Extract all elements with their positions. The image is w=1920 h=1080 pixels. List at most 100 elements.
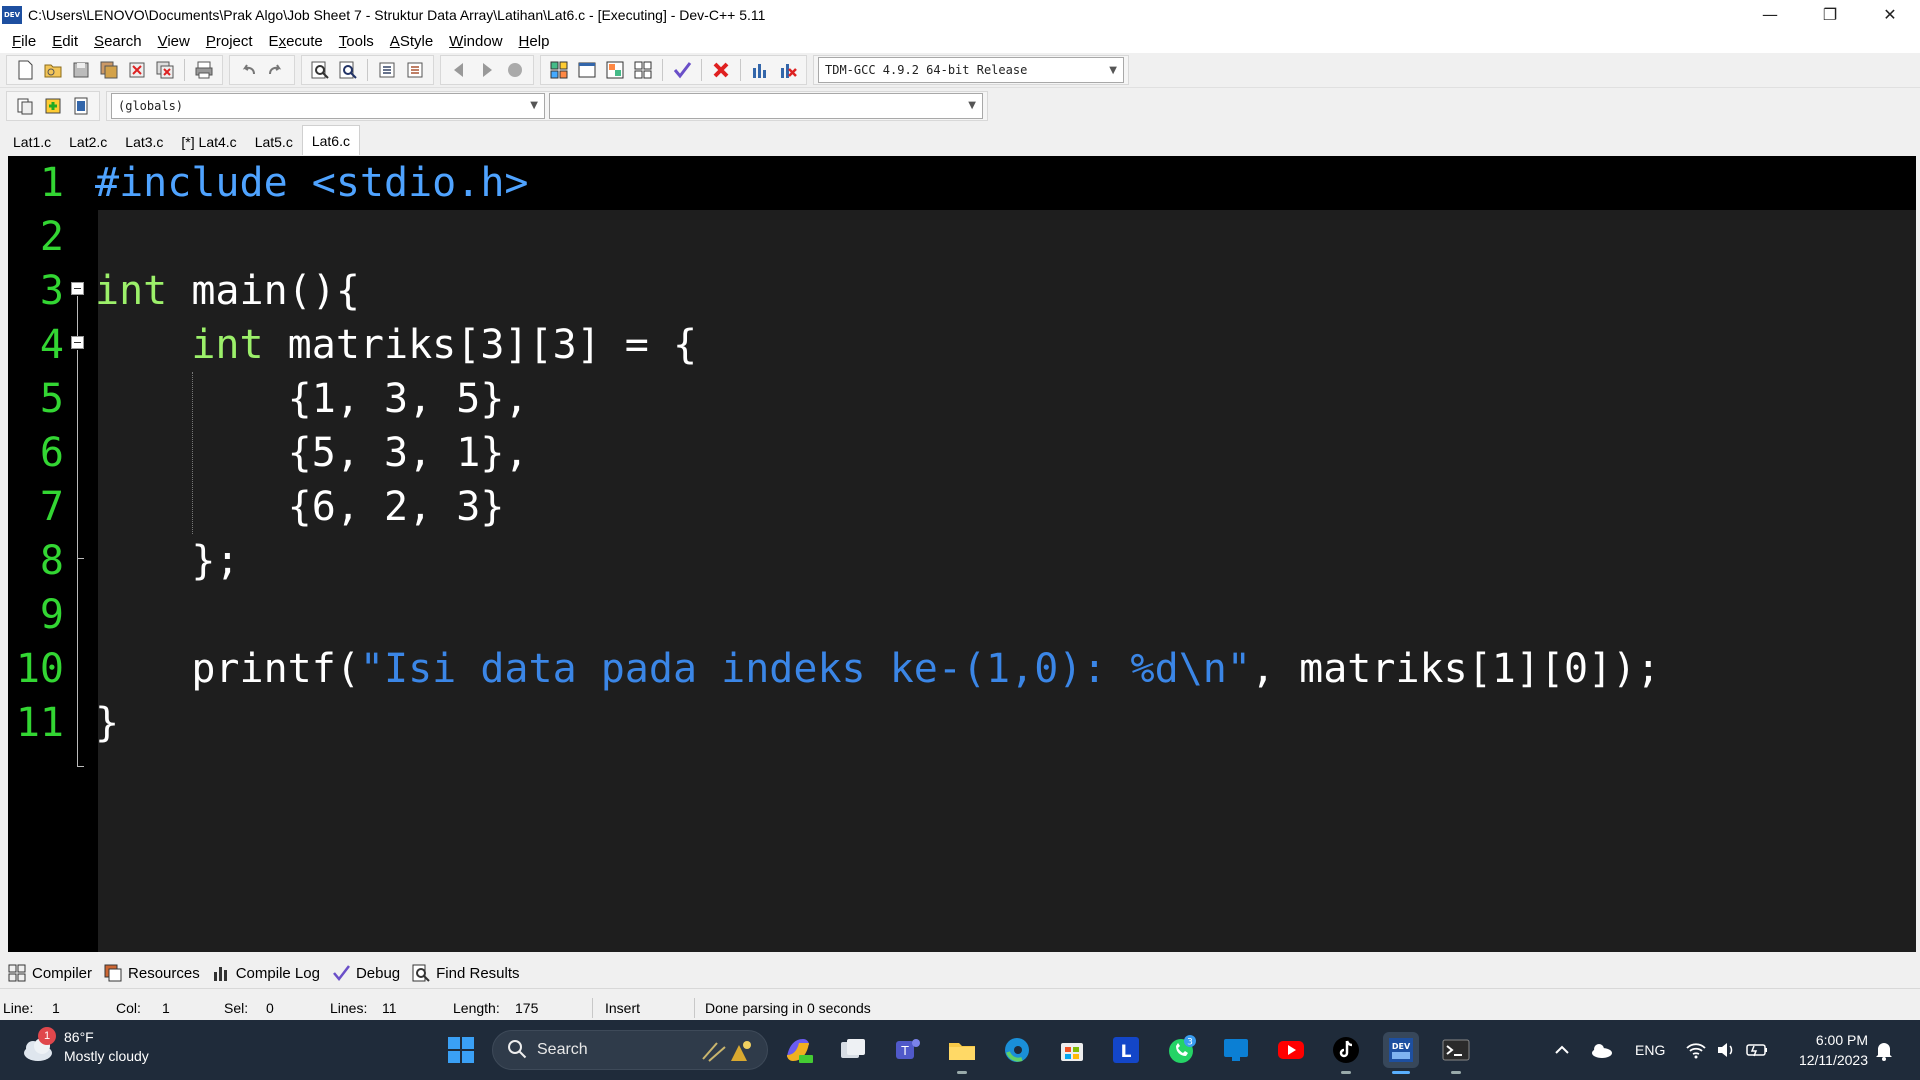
file-tab[interactable]: Lat5.c: [246, 129, 302, 155]
menu-execute[interactable]: Execute: [261, 33, 331, 50]
compile-icon[interactable]: [547, 58, 571, 82]
fold-end-marker: [77, 558, 84, 559]
menu-view[interactable]: View: [150, 33, 198, 50]
menu-edit[interactable]: Edit: [44, 33, 86, 50]
unindent-icon[interactable]: [403, 58, 427, 82]
fold-end-marker: [77, 766, 84, 767]
save-icon[interactable]: [69, 58, 93, 82]
taskbar-clock[interactable]: 6:00 PM 12/11/2023: [1799, 1030, 1868, 1070]
show-hidden-icons-icon[interactable]: [1552, 1020, 1572, 1080]
edge-icon[interactable]: [999, 1032, 1035, 1068]
redo-icon[interactable]: [264, 58, 288, 82]
microsoft-store-icon[interactable]: [1054, 1032, 1090, 1068]
menu-window[interactable]: Window: [441, 33, 510, 50]
compile-run-icon[interactable]: [603, 58, 627, 82]
code-line[interactable]: {5, 3, 1},: [95, 426, 529, 480]
file-explorer-icon[interactable]: [944, 1032, 980, 1074]
menu-file[interactable]: File: [4, 33, 44, 50]
menu-project[interactable]: Project: [198, 33, 261, 50]
bottom-tab-debug[interactable]: Debug: [332, 964, 400, 982]
close-button[interactable]: ✕: [1860, 0, 1920, 29]
status-sel-label: Sel:: [224, 1000, 249, 1016]
add-to-project-icon[interactable]: [41, 94, 65, 118]
code-line[interactable]: {6, 2, 3}: [95, 480, 505, 534]
syntax-check-icon[interactable]: [670, 58, 694, 82]
line-number-gutter: 1 2 3 4 5 6 7 8 9 10 11: [8, 156, 92, 952]
bottom-tab-compiler[interactable]: Compiler: [8, 964, 92, 982]
find-icon[interactable]: [308, 58, 332, 82]
code-line[interactable]: {1, 3, 5},: [95, 372, 529, 426]
save-all-icon[interactable]: [97, 58, 121, 82]
new-project-icon[interactable]: [13, 94, 37, 118]
symbol-select[interactable]: ▼: [549, 92, 983, 119]
wifi-icon[interactable]: [1685, 1020, 1707, 1080]
minimize-button[interactable]: —: [1740, 0, 1800, 29]
run-icon[interactable]: [575, 58, 599, 82]
scope-select[interactable]: (globals) ▼: [111, 92, 545, 119]
terminal-icon[interactable]: [1438, 1032, 1474, 1074]
code-line[interactable]: };: [95, 534, 239, 588]
delete-profile-icon[interactable]: [776, 58, 800, 82]
file-tab[interactable]: Lat3.c: [116, 129, 172, 155]
code-line[interactable]: #include <stdio.h>: [95, 156, 528, 210]
print-icon[interactable]: [192, 58, 216, 82]
task-view-icon[interactable]: [835, 1032, 871, 1068]
code-line[interactable]: int matriks[3][3] = {: [95, 318, 697, 372]
weather-widget[interactable]: 1 86°F Mostly cloudy: [20, 1027, 149, 1066]
bottom-tab-resources[interactable]: Resources: [104, 964, 200, 982]
go-forward-icon[interactable]: [475, 58, 499, 82]
compile-log-chart-icon: [212, 964, 230, 982]
code-line[interactable]: }: [95, 696, 119, 750]
close-all-icon[interactable]: [153, 58, 177, 82]
profile-icon[interactable]: [748, 58, 772, 82]
file-tab[interactable]: Lat6.c: [301, 125, 360, 155]
tiktok-icon[interactable]: [1328, 1032, 1364, 1074]
teams-icon[interactable]: T: [889, 1032, 925, 1068]
notification-bell-icon[interactable]: [1874, 1020, 1894, 1080]
rebuild-all-icon[interactable]: [631, 58, 655, 82]
whatsapp-icon[interactable]: 3: [1163, 1032, 1199, 1068]
indent-icon[interactable]: [375, 58, 399, 82]
undo-icon[interactable]: [236, 58, 260, 82]
l-app-icon[interactable]: L: [1108, 1032, 1144, 1068]
windows-app-icon[interactable]: [1218, 1032, 1254, 1068]
panel-divider: [0, 988, 1920, 989]
language-indicator[interactable]: ENG: [1635, 1020, 1665, 1080]
stop-execution-icon[interactable]: [709, 58, 733, 82]
line-number: 10: [15, 646, 64, 692]
youtube-icon[interactable]: [1273, 1032, 1309, 1068]
volume-icon[interactable]: [1715, 1020, 1737, 1080]
code-line[interactable]: int main(){: [95, 264, 360, 318]
onedrive-icon[interactable]: [1588, 1020, 1614, 1080]
code-line[interactable]: printf("Isi data pada indeks ke-(1,0): %…: [95, 642, 1660, 696]
code-editor[interactable]: 1 2 3 4 5 6 7 8 9 10 11 #include <stdio.h> int main…: [8, 156, 1916, 952]
file-tab[interactable]: [*] Lat4.c: [172, 129, 245, 155]
bottom-tab-compile-log[interactable]: Compile Log: [212, 964, 320, 982]
file-tab[interactable]: Lat2.c: [60, 129, 116, 155]
windows-start-icon[interactable]: [443, 1032, 479, 1068]
restore-button[interactable]: ❐: [1800, 0, 1860, 29]
compiler-select[interactable]: TDM-GCC 4.9.2 64-bit Release ▼: [818, 57, 1124, 83]
battery-icon[interactable]: [1745, 1020, 1769, 1080]
taskbar-search-box[interactable]: Search: [492, 1030, 768, 1070]
menu-help[interactable]: Help: [511, 33, 558, 50]
go-back-icon[interactable]: [447, 58, 471, 82]
bookmark-icon[interactable]: [503, 58, 527, 82]
svg-text:L: L: [1121, 1042, 1132, 1062]
fold-collapse-icon[interactable]: [71, 336, 84, 349]
remove-from-project-icon[interactable]: [69, 94, 93, 118]
bottom-tab-find-results[interactable]: Find Results: [412, 964, 520, 982]
open-file-icon[interactable]: [41, 58, 65, 82]
windows-taskbar: 1 86°F Mostly cloudy Search T L 3 DEV EN…: [0, 1020, 1920, 1080]
code-token: main(){: [167, 268, 360, 314]
copilot-pre-icon[interactable]: [780, 1032, 816, 1068]
file-tab[interactable]: Lat1.c: [4, 129, 60, 155]
devcpp-icon[interactable]: DEV: [1383, 1032, 1419, 1074]
new-file-icon[interactable]: [13, 58, 37, 82]
menu-tools[interactable]: Tools: [331, 33, 382, 50]
close-file-icon[interactable]: [125, 58, 149, 82]
replace-icon[interactable]: [336, 58, 360, 82]
menu-astyle[interactable]: AStyle: [382, 33, 441, 50]
fold-collapse-icon[interactable]: [71, 282, 84, 295]
menu-search[interactable]: Search: [86, 33, 150, 50]
